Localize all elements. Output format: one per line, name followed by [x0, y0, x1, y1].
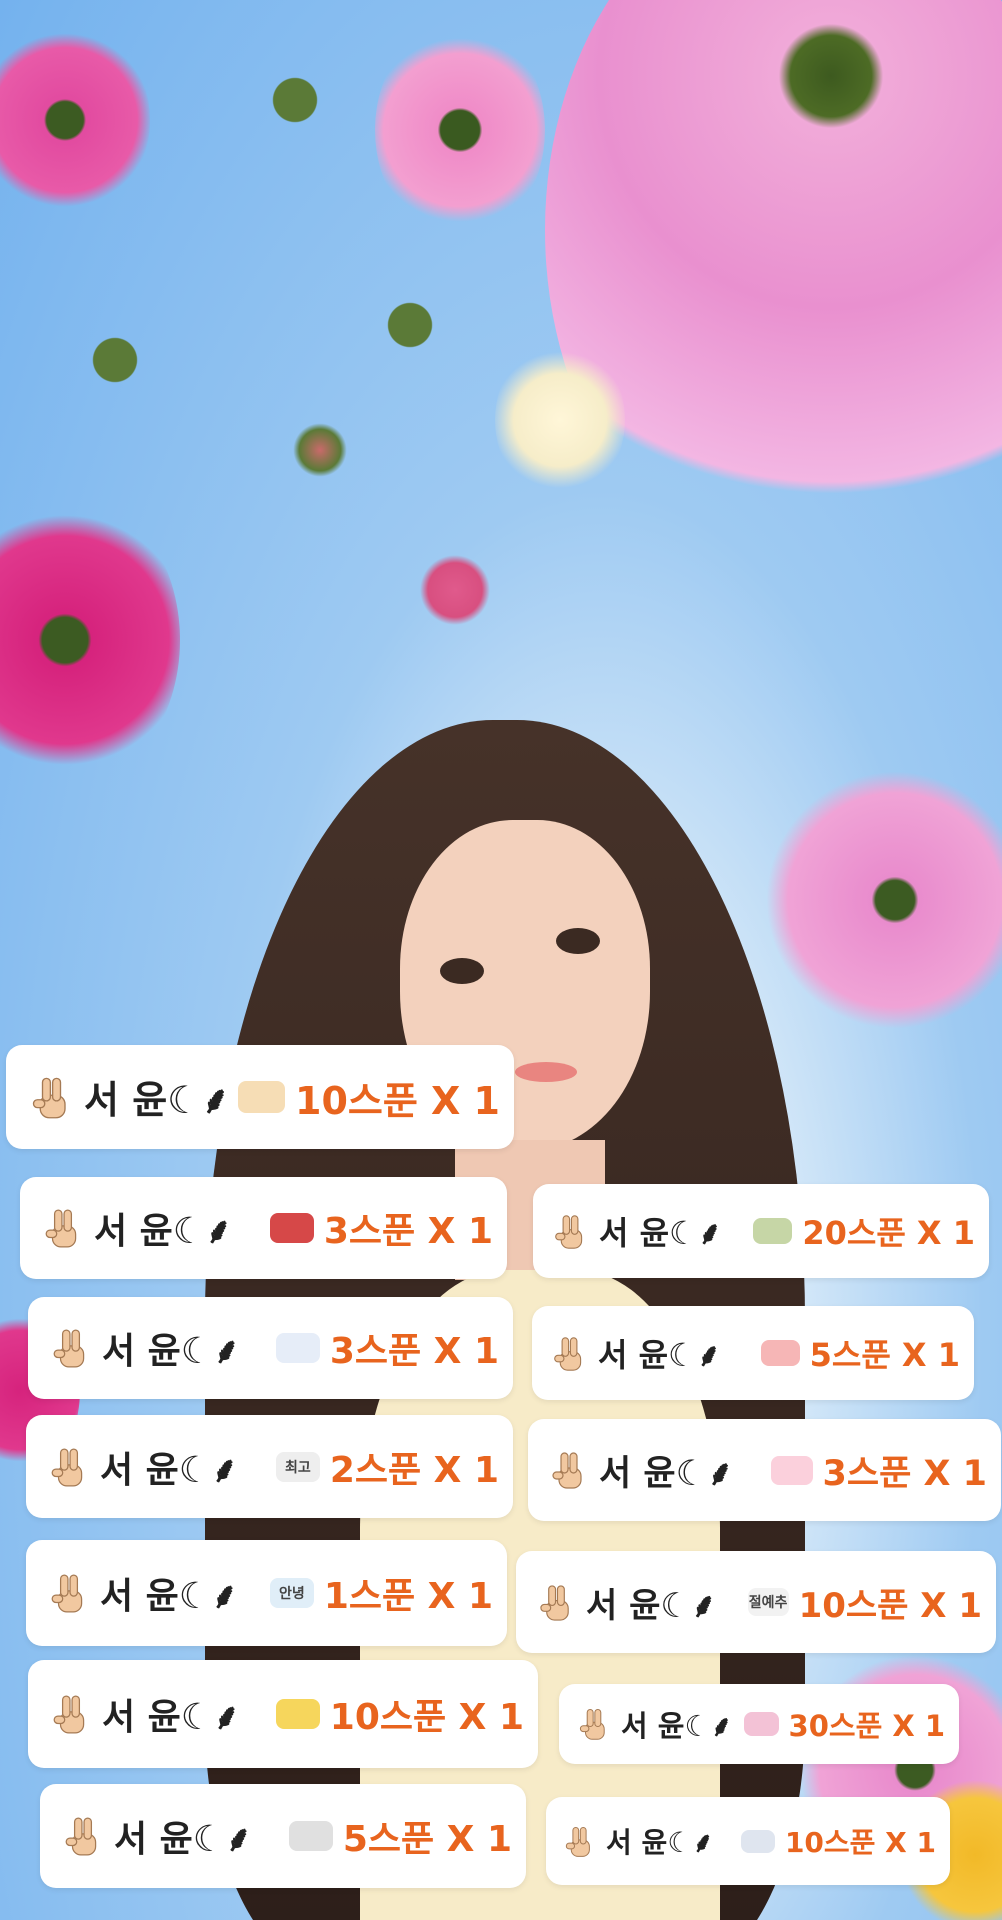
- bud-4: [415, 545, 495, 635]
- gift-amount: 3스푼 X 1: [329, 1331, 499, 1372]
- peace-hand-icon: [50, 1327, 92, 1369]
- pink-flower-right: [760, 760, 1002, 1040]
- sender-name: 서 윤☾⸙: [100, 1449, 239, 1491]
- gift-amount: 10스푼 X 1: [798, 1585, 982, 1626]
- bunny-sticker-icon: [753, 1218, 793, 1244]
- gift-card: 서 윤☾⸙ 10스푼 X 1: [6, 1045, 514, 1149]
- gift-amount: 10스푼 X 1: [295, 1078, 500, 1123]
- sender-name: 서 윤☾⸙: [102, 1331, 241, 1372]
- peace-hand-icon: [29, 1075, 74, 1120]
- peace-hand-icon: [62, 1815, 104, 1857]
- gift-amount: 5스푼 X 1: [342, 1819, 512, 1860]
- eye-right: [556, 928, 600, 954]
- peace-hand-icon: [42, 1207, 84, 1249]
- gift-card: 서 윤☾⸙ 10스푼 X 1: [28, 1660, 538, 1768]
- magenta-flower-left: [0, 490, 180, 790]
- peace-hand-icon: [48, 1572, 90, 1614]
- peace-hand-icon: [537, 1583, 576, 1622]
- sender-name: 서 윤☾⸙: [586, 1585, 717, 1626]
- gift-card: 서 윤☾⸙ 3스푼 X 1: [28, 1297, 513, 1399]
- gift-amount: 2스푼 X 1: [329, 1449, 499, 1491]
- gift-amount: 10스푼 X 1: [329, 1697, 524, 1738]
- sender-name: 서 윤☾⸙: [102, 1697, 241, 1738]
- gift-card: 서 윤☾⸙ 20스푼 X 1: [533, 1184, 989, 1278]
- white-flower: [495, 340, 625, 500]
- gift-card: 서 윤☾⸙ 절예추 10스푼 X 1: [516, 1551, 996, 1653]
- round-badge-sticker-icon: [740, 1829, 775, 1853]
- sparkle-sticker-icon: [275, 1333, 320, 1363]
- gift-card: 서 윤☾⸙ 10스푼 X 1: [546, 1797, 950, 1885]
- bud-3: [290, 415, 350, 485]
- eye-left: [440, 958, 484, 984]
- peace-hand-icon: [48, 1446, 90, 1488]
- flower-sticker-icon: [770, 1455, 813, 1485]
- red-bubble-sticker-icon: [269, 1213, 314, 1243]
- gift-amount: 3스푼 X 1: [323, 1211, 493, 1252]
- hello-sticker-icon: 안녕: [269, 1578, 314, 1608]
- gift-card: 서 윤☾⸙ 최고 2스푼 X 1: [26, 1415, 513, 1518]
- bud-1: [270, 70, 320, 130]
- sign-sticker-icon: [288, 1821, 333, 1851]
- emoji-sticker-icon: [275, 1699, 320, 1729]
- gift-amount: 10스푼 X 1: [784, 1826, 936, 1859]
- bud-5: [90, 330, 140, 390]
- sender-name: 서 윤☾⸙: [599, 1453, 734, 1494]
- mini-sticker-icon: [743, 1712, 779, 1736]
- gift-amount: 1스푼 X 1: [323, 1576, 493, 1617]
- peace-hand-icon: [552, 1213, 589, 1250]
- gift-amount: 5스푼 X 1: [809, 1336, 960, 1374]
- gift-card: 서 윤☾⸙ 안녕 1스푼 X 1: [26, 1540, 507, 1646]
- gift-card: 서 윤☾⸙ 5스푼 X 1: [532, 1306, 974, 1400]
- sender-name: 서 윤☾⸙: [598, 1336, 721, 1374]
- gift-card: 서 윤☾⸙ 5스푼 X 1: [40, 1784, 526, 1888]
- gift-amount: 20스푼 X 1: [802, 1214, 975, 1252]
- lips: [515, 1062, 577, 1082]
- pink-flower-top-middle: [375, 20, 545, 240]
- sender-name: 서 윤☾⸙: [599, 1214, 722, 1252]
- sender-name: 서 윤☾⸙: [84, 1078, 230, 1122]
- large-pink-flower: [545, 0, 1002, 580]
- sender-name: 서 윤☾⸙: [94, 1211, 233, 1252]
- peace-hand-icon: [551, 1335, 588, 1372]
- bud-2: [385, 295, 435, 355]
- sender-name: 서 윤☾⸙: [606, 1826, 714, 1859]
- sender-name: 서 윤☾⸙: [100, 1576, 239, 1617]
- peace-hand-icon: [577, 1707, 611, 1741]
- badge-sticker-icon: 절예추: [747, 1588, 789, 1616]
- gift-card: 서 윤☾⸙ 3스푼 X 1: [20, 1177, 507, 1279]
- gift-amount: 30스푼 X 1: [788, 1709, 945, 1743]
- gift-card: 서 윤☾⸙ 30스푼 X 1: [559, 1684, 959, 1764]
- peace-hand-icon: [549, 1450, 589, 1490]
- gift-card: 서 윤☾⸙ 3스푼 X 1: [528, 1419, 1001, 1521]
- peace-hand-icon: [50, 1693, 92, 1735]
- peach-sticker-icon: [760, 1340, 800, 1366]
- sender-name: 서 윤☾⸙: [114, 1819, 253, 1860]
- pink-flower-top-left: [0, 20, 150, 220]
- decor-sticker-icon: [238, 1081, 285, 1113]
- peace-hand-icon: [563, 1825, 596, 1858]
- sender-name: 서 윤☾⸙: [621, 1709, 733, 1743]
- gift-amount: 3스푼 X 1: [822, 1453, 987, 1494]
- speech-bubble-sticker-icon: 최고: [275, 1451, 320, 1482]
